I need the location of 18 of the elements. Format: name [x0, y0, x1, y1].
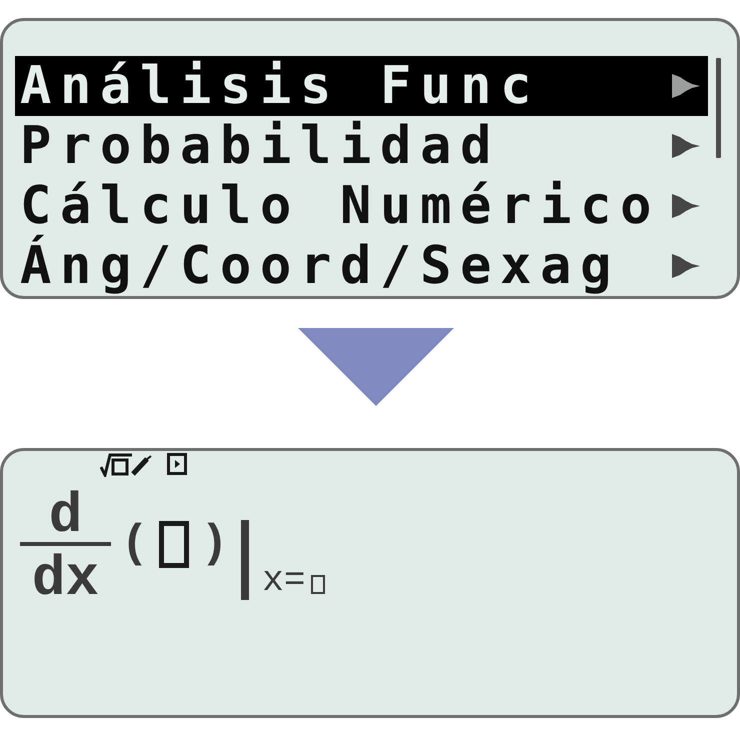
menu-item[interactable]: Áng/Coord/Sexag: [15, 236, 708, 296]
fraction-denominator: dx: [32, 553, 100, 605]
input-slot[interactable]: [158, 520, 189, 568]
evaluation-point-label: x=: [262, 568, 306, 594]
root-box-icon: [100, 453, 152, 477]
menu-item[interactable]: Análisis Func: [15, 56, 708, 116]
close-parenthesis: ): [200, 520, 228, 568]
right-triangle-icon: [672, 74, 700, 98]
fraction-numerator: d: [48, 490, 82, 542]
open-parenthesis: (: [121, 520, 149, 568]
right-triangle-icon: [672, 194, 700, 218]
right-triangle-icon: [672, 134, 700, 158]
right-triangle-icon: [672, 254, 700, 278]
down-arrow-icon: [298, 328, 454, 406]
scrollbar-thumb[interactable]: [716, 58, 721, 158]
menu-item[interactable]: Probabilidad: [15, 116, 708, 176]
input-slot[interactable]: [311, 575, 326, 594]
menu-item[interactable]: Cálculo Numérico: [15, 176, 708, 236]
